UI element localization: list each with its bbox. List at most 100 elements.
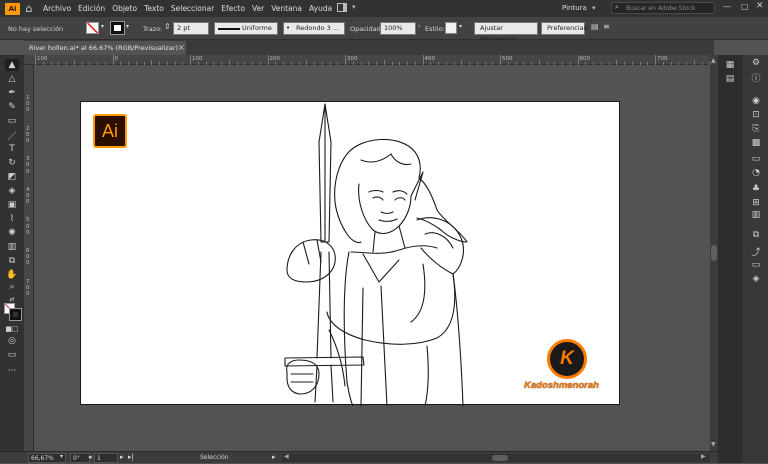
menu-ver[interactable]: Ver: [252, 4, 264, 13]
home-icon[interactable]: ⌂: [23, 2, 35, 15]
zoom-chevron-icon[interactable]: ▾: [60, 453, 63, 460]
preferences-button[interactable]: Preferencias: [541, 22, 587, 35]
zoom-tool-icon[interactable]: ⌕: [5, 281, 19, 293]
scroll-right-icon[interactable]: ▶: [701, 453, 706, 460]
type-tool-icon[interactable]: T: [5, 143, 19, 155]
stroke-profile-select[interactable]: Uniforme: [214, 22, 278, 35]
eyedropper-tool-icon[interactable]: ⌇: [5, 213, 19, 225]
opacity-label[interactable]: Opacidad:: [350, 25, 383, 33]
menu-seleccionar[interactable]: Seleccionar: [171, 4, 214, 13]
brush-select[interactable]: • Redondo 3 ...: [283, 22, 345, 35]
artboard-number-field[interactable]: 1: [94, 453, 118, 463]
artboard-tool-icon[interactable]: ⧉: [5, 255, 19, 267]
horizontal-ruler[interactable]: 100 0 100 200 300 400 500 600 700: [24, 55, 714, 65]
stock-search-field[interactable]: ⌕ Buscar en Adobe Stock: [611, 2, 715, 14]
status-menu-icon[interactable]: ▸: [272, 453, 276, 461]
artboards-panel-icon[interactable]: ▭: [749, 259, 763, 271]
transform-panel-icon[interactable]: ⊡: [749, 109, 763, 121]
close-button[interactable]: ✕: [756, 1, 764, 11]
maximize-button[interactable]: ▢: [741, 2, 749, 11]
rotation-field[interactable]: 0°: [70, 453, 90, 463]
document-tab[interactable]: River hollen.ai* al 66,67% (RGB/Previsua…: [24, 41, 186, 55]
scroll-up-icon[interactable]: ▲: [711, 57, 716, 64]
rectangle-tool-icon[interactable]: ▭: [5, 115, 19, 127]
control-menu-icon[interactable]: ≡: [603, 22, 610, 31]
scroll-thumb[interactable]: [711, 245, 717, 261]
vertical-ruler[interactable]: 100200300400500600700: [24, 65, 34, 451]
menu-archivo[interactable]: Archivo: [43, 4, 71, 13]
opacity-chevron-icon[interactable]: ›: [418, 23, 420, 30]
align-icon[interactable]: ▤: [591, 22, 599, 31]
menu-ayuda[interactable]: Ayuda: [309, 4, 332, 13]
shape-builder-tool-icon[interactable]: ◈: [5, 185, 19, 197]
next-artboard-icon[interactable]: ▸: [120, 453, 124, 461]
more-tools-icon[interactable]: ···: [5, 365, 19, 377]
workspace-chevron-icon[interactable]: ▾: [592, 4, 596, 12]
stroke-chevron-icon[interactable]: ▾: [126, 23, 129, 30]
fill-stroke-widget[interactable]: [4, 303, 22, 321]
arrange-documents-icon[interactable]: [337, 3, 347, 12]
pathfinder-panel-icon[interactable]: ⧉: [749, 229, 763, 241]
prev-artboard-icon[interactable]: ◂: [88, 453, 92, 461]
brushes-panel-icon[interactable]: ◔: [749, 167, 763, 179]
menu-efecto[interactable]: Efecto: [221, 4, 245, 13]
horizontal-scrollbar[interactable]: ◀ ▶: [282, 453, 710, 462]
settings-panel-icon[interactable]: ⚙: [749, 57, 763, 69]
stroke-stepper-icon[interactable]: ⇕: [164, 22, 171, 31]
paintbrush-tool-icon[interactable]: ／: [5, 129, 19, 142]
navigator-panel-icon[interactable]: ◉: [749, 95, 763, 107]
layers-stack-panel-icon[interactable]: ◈: [749, 273, 763, 285]
menu-objeto[interactable]: Objeto: [112, 4, 137, 13]
menu-edicion[interactable]: Edición: [78, 4, 105, 13]
selection-tool-icon[interactable]: ▲: [5, 59, 19, 71]
align-panel-icon[interactable]: ▥: [749, 209, 763, 221]
stroke-weight-field[interactable]: 2 pt: [173, 22, 209, 35]
style-chevron-icon[interactable]: ▾: [459, 23, 462, 30]
last-artboard-icon[interactable]: ▸|: [128, 453, 134, 461]
screen-mode-icon[interactable]: ▭: [5, 349, 19, 361]
vertical-scrollbar[interactable]: ▲ ▼: [710, 55, 718, 451]
stroke-color-box[interactable]: [9, 308, 22, 321]
color-modes-icon[interactable]: ■□: [5, 323, 19, 335]
scroll-left-icon[interactable]: ◀: [284, 453, 289, 460]
artboard[interactable]: Ai K Kadoshmenorah: [80, 101, 620, 406]
eraser-tool-icon[interactable]: ◩: [5, 171, 19, 183]
ruler-label: 0: [26, 284, 30, 291]
layers-panel-icon[interactable]: ▤: [723, 73, 737, 85]
color-panel-icon[interactable]: ▩: [749, 137, 763, 149]
info-panel-icon[interactable]: ⓘ: [749, 71, 763, 84]
graph-tool-icon[interactable]: ▥: [5, 241, 19, 253]
gradient-tool-icon[interactable]: ▣: [5, 199, 19, 211]
curvature-tool-icon[interactable]: ✎: [5, 101, 19, 113]
document-tab-title: River hollen.ai* al 66,67% (RGB/Previsua…: [29, 44, 179, 52]
links-panel-icon[interactable]: ⎘: [749, 123, 763, 135]
menu-texto[interactable]: Texto: [144, 4, 164, 13]
stroke-label: Trazo:: [143, 25, 163, 33]
workspace-switcher[interactable]: Pintura: [562, 4, 602, 12]
direct-selection-tool-icon[interactable]: △: [5, 73, 19, 85]
graphic-styles-panel-icon[interactable]: ⊞: [749, 197, 763, 209]
fill-swatch[interactable]: [86, 22, 99, 34]
profile-value: Uniforme: [242, 24, 272, 32]
pen-tool-icon[interactable]: ✒: [5, 87, 19, 99]
stroke-swatch[interactable]: [110, 21, 125, 35]
scroll-down-icon[interactable]: ▼: [711, 441, 716, 448]
fit-document-button[interactable]: Ajustar documento: [474, 22, 538, 43]
rotate-tool-icon[interactable]: ↻: [5, 157, 19, 169]
ruler-label: 0: [26, 193, 30, 199]
tab-close-icon[interactable]: ×: [178, 41, 186, 55]
properties-panel-icon[interactable]: ▦: [723, 59, 737, 71]
opacity-field[interactable]: 100%: [380, 22, 416, 35]
hand-tool-icon[interactable]: ✋: [5, 269, 19, 281]
symbol-sprayer-tool-icon[interactable]: ✺: [5, 227, 19, 239]
swatches-panel-icon[interactable]: ▭: [749, 153, 763, 165]
minimize-button[interactable]: —: [723, 2, 731, 11]
symbols-panel-icon[interactable]: ♣: [749, 183, 763, 195]
style-swatch[interactable]: [445, 22, 457, 34]
fill-chevron-icon[interactable]: ▾: [101, 23, 104, 30]
menu-ventana[interactable]: Ventana: [271, 4, 302, 13]
horizontal-scroll-thumb[interactable]: [492, 455, 508, 461]
asset-export-panel-icon[interactable]: ⤴: [749, 245, 763, 258]
draw-mode-icon[interactable]: ◎: [5, 335, 19, 347]
arrange-chevron-icon[interactable]: ▾: [352, 3, 356, 11]
